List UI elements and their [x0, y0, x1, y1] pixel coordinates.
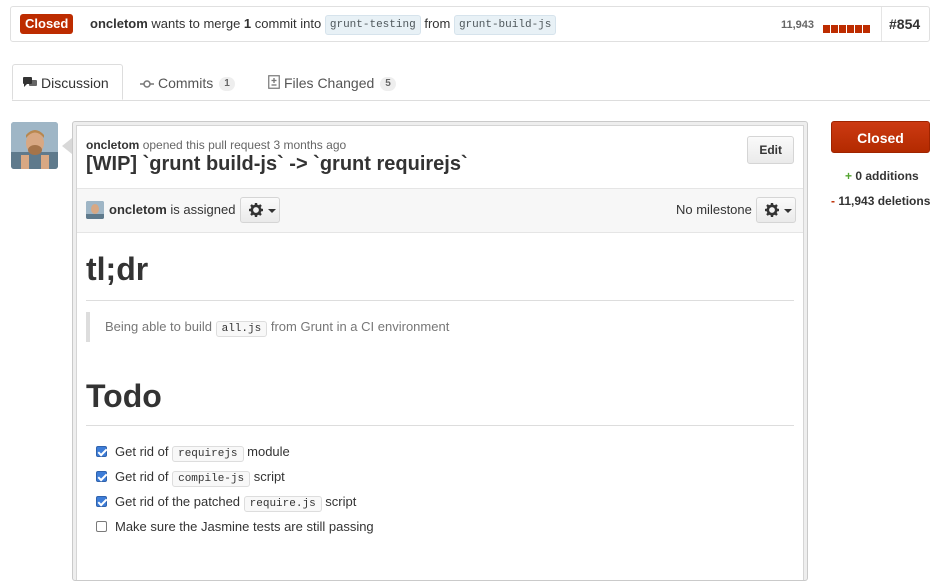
- plus-sign: +: [845, 169, 853, 183]
- commit-count: 1: [243, 16, 252, 31]
- tab-counter: 1: [219, 77, 235, 92]
- base-branch[interactable]: grunt-testing: [324, 14, 421, 35]
- additions-count: + 0 additions: [845, 169, 919, 183]
- milestone-settings-button[interactable]: [756, 197, 796, 223]
- task-item: Get rid of compile-js script: [96, 464, 374, 489]
- pr-discussion: oncletom opened this pull request 3 mont…: [72, 121, 808, 581]
- tab-label: Files Changed: [284, 75, 375, 91]
- heading-todo: Todo: [86, 378, 162, 414]
- edit-button[interactable]: Edit: [747, 136, 794, 164]
- minus-sign: -: [831, 194, 835, 208]
- assigned-text: is assigned: [170, 202, 236, 217]
- heading-tldr: tl;dr: [86, 251, 149, 287]
- opened-info: oncletom opened this pull request 3 mont…: [86, 138, 346, 152]
- diffstat-bar: [823, 21, 871, 33]
- pr-tabs: Discussion Commits 1 Files Changed 5: [12, 64, 930, 101]
- author-link[interactable]: oncletom: [90, 16, 148, 31]
- quote-text: from Grunt in a CI environment: [270, 319, 450, 334]
- task-checkbox[interactable]: [96, 471, 107, 482]
- task-text: Get rid of: [115, 444, 169, 459]
- deletions-text: 11,943 deletions: [838, 194, 931, 208]
- comment-arrow: [62, 138, 72, 154]
- assignee-settings-button[interactable]: [240, 197, 280, 223]
- head-branch[interactable]: grunt-build-js: [453, 14, 557, 35]
- assignee-info: oncletom is assigned: [109, 202, 235, 217]
- discussion-content: oncletom opened this pull request 3 mont…: [76, 125, 804, 580]
- discussion-meta: oncletom is assigned No milestone: [77, 188, 803, 233]
- assignee-name[interactable]: oncletom: [109, 202, 167, 217]
- additions-text: 0 additions: [855, 169, 919, 183]
- task-text: Get rid of: [115, 469, 169, 484]
- chevron-down-icon: [268, 209, 276, 213]
- inline-code: all.js: [215, 321, 268, 337]
- task-text: module: [247, 444, 290, 459]
- quote-text: Being able to build: [105, 319, 212, 334]
- author-avatar[interactable]: [11, 122, 58, 169]
- task-text: script: [325, 494, 357, 509]
- tab-files-changed[interactable]: Files Changed 5: [268, 64, 396, 100]
- merge-text: wants to merge: [151, 16, 241, 31]
- tab-label: Discussion: [41, 75, 109, 91]
- inline-code: requirejs: [172, 446, 244, 462]
- from-text: from: [424, 16, 451, 31]
- heading-rule: [86, 425, 794, 426]
- tab-label: Commits: [158, 75, 214, 91]
- commit-icon: [140, 65, 154, 103]
- tab-commits[interactable]: Commits 1: [140, 64, 235, 100]
- tab-discussion[interactable]: Discussion: [12, 64, 123, 100]
- tab-counter: 5: [380, 77, 396, 92]
- blockquote: Being able to build all.js from Grunt in…: [86, 312, 449, 342]
- opened-text: opened this pull request 3 months ago: [142, 138, 347, 152]
- task-text: Get rid of the patched: [115, 494, 241, 509]
- task-checkbox[interactable]: [96, 496, 107, 507]
- chevron-down-icon: [784, 209, 792, 213]
- state-badge: Closed: [20, 14, 74, 34]
- file-diff-icon: [268, 65, 280, 103]
- heading-rule: [86, 300, 794, 301]
- state-button[interactable]: Closed: [831, 121, 930, 153]
- task-checkbox[interactable]: [96, 521, 107, 532]
- gear-icon: [248, 202, 264, 221]
- merge-summary: oncletom wants to merge 1 commit into gr…: [90, 7, 557, 41]
- gear-icon: [764, 202, 780, 221]
- task-item: Get rid of requirejs module: [96, 439, 374, 464]
- pr-number: #854: [889, 16, 921, 32]
- merge-text-2: commit into: [254, 16, 322, 31]
- divider: [881, 7, 882, 41]
- task-item: Get rid of the patched require.js script: [96, 489, 374, 514]
- deletions-count: - 11,943 deletions: [831, 194, 930, 208]
- inline-code: compile-js: [172, 471, 251, 487]
- task-item: Make sure the Jasmine tests are still pa…: [96, 514, 374, 539]
- author-link[interactable]: oncletom: [86, 138, 139, 152]
- diffstat-count: 11,943: [781, 19, 815, 31]
- pr-title: [WIP] `grunt build-js` -> `grunt require…: [86, 153, 468, 175]
- task-text: Make sure the Jasmine tests are still pa…: [115, 519, 374, 534]
- discussion-icon: [23, 66, 37, 102]
- inline-code: require.js: [243, 496, 322, 512]
- task-list: Get rid of requirejs module Get rid of c…: [96, 439, 374, 539]
- assignee-avatar: [86, 201, 104, 219]
- pr-summary-bar: Closed oncletom wants to merge 1 commit …: [10, 6, 930, 42]
- task-checkbox[interactable]: [96, 446, 107, 457]
- milestone-label: No milestone: [676, 202, 752, 217]
- discussion-header: oncletom opened this pull request 3 mont…: [77, 126, 803, 188]
- task-text: script: [253, 469, 285, 484]
